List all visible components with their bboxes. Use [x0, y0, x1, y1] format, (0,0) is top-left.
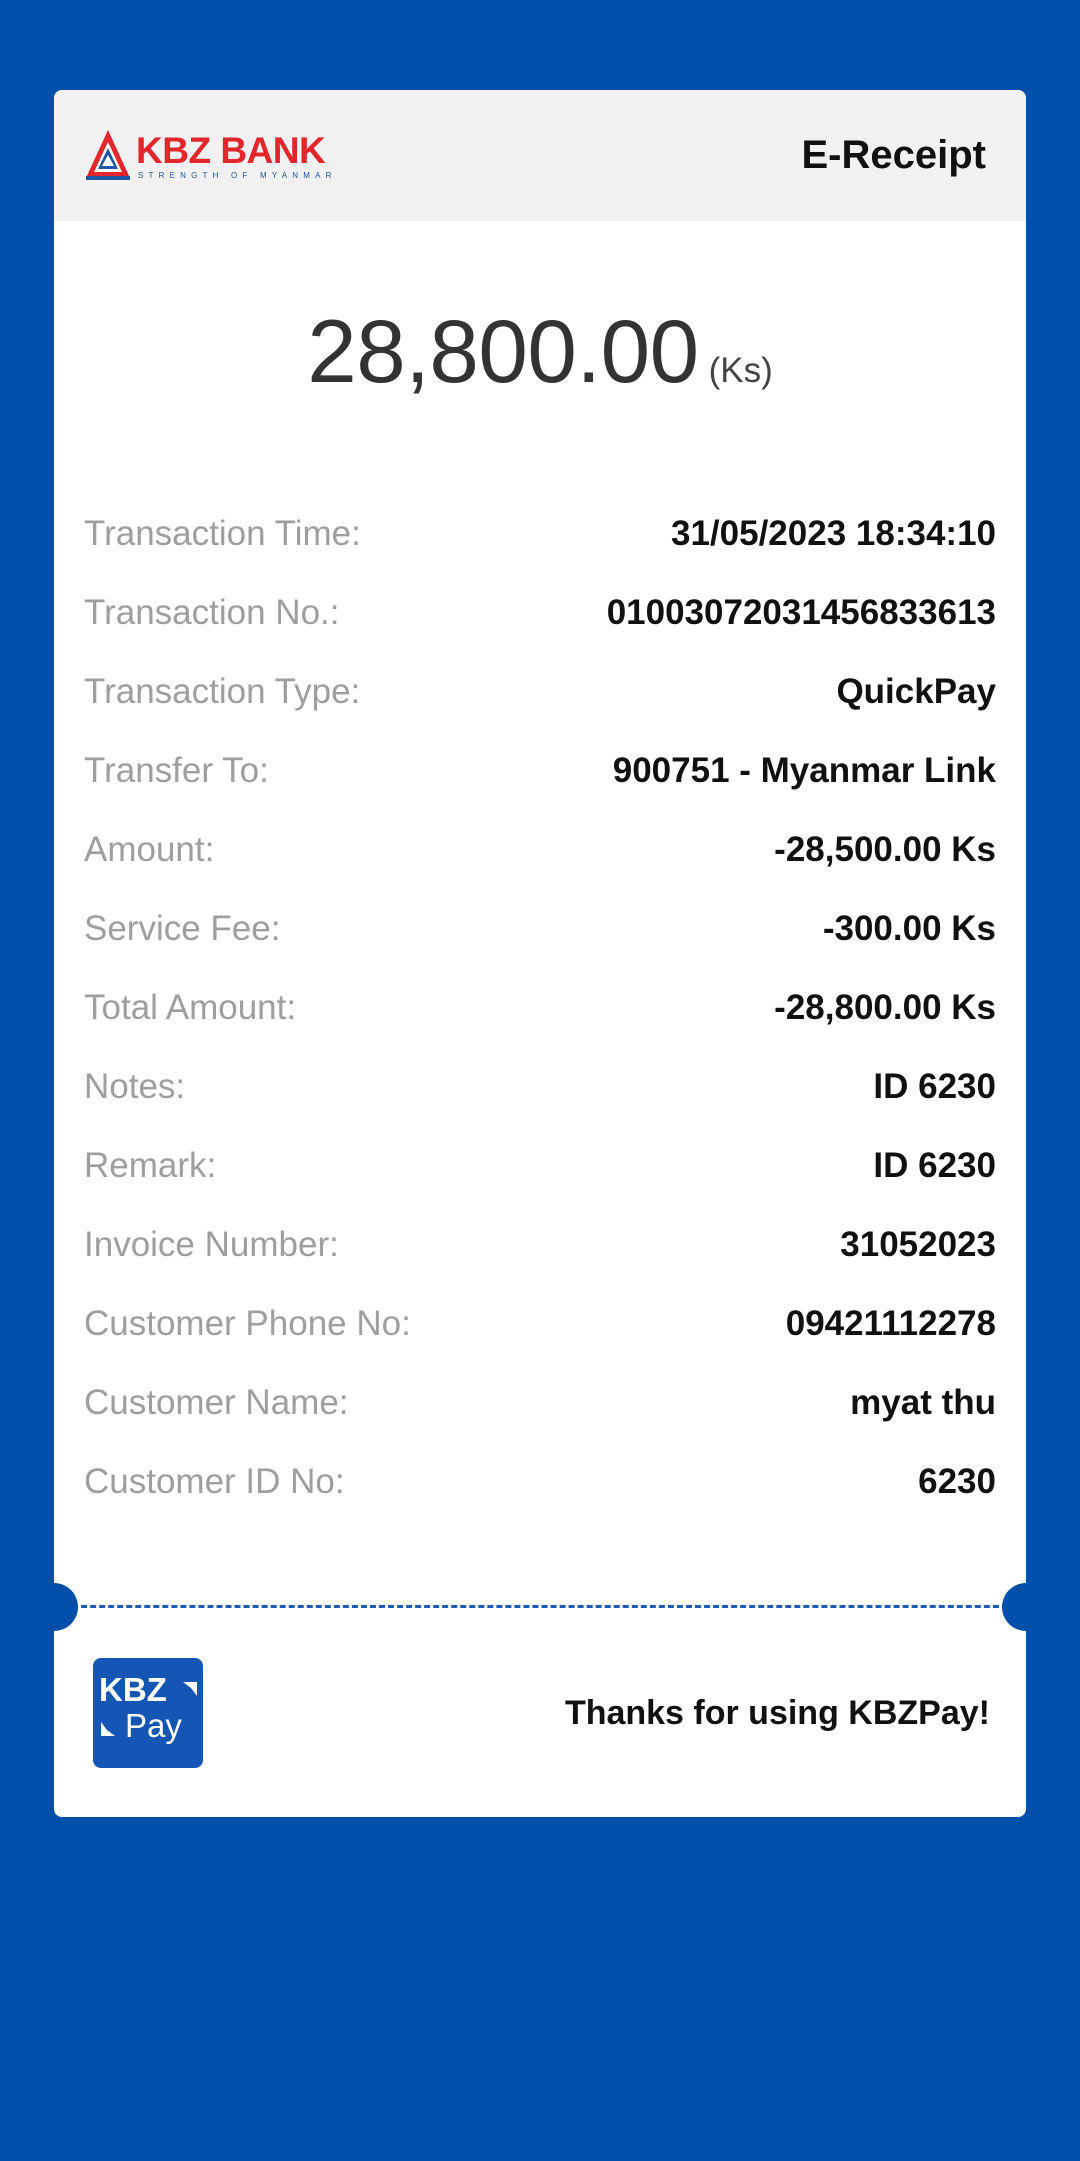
ticket-notch-left: [54, 1583, 78, 1631]
detail-value: -28,500.00 Ks: [774, 830, 996, 869]
detail-label: Transaction Time:: [84, 514, 361, 553]
corner-arrow-icon: [101, 1722, 115, 1736]
detail-label: Notes:: [84, 1067, 186, 1106]
detail-label: Transaction No.:: [84, 593, 340, 632]
detail-row-remark: Remark: ID 6230: [84, 1136, 996, 1215]
detail-label: Amount:: [84, 830, 215, 869]
detail-row-notes: Notes: ID 6230: [84, 1057, 996, 1136]
detail-value: -300.00 Ks: [822, 909, 996, 948]
detail-value: ID 6230: [873, 1146, 996, 1185]
receipt-header: KBZ BANK STRENGTH OF MYANMAR E-Receipt: [54, 90, 1026, 221]
detail-label: Total Amount:: [84, 988, 297, 1027]
kbz-bank-logo: KBZ BANK STRENGTH OF MYANMAR: [84, 128, 334, 186]
thanks-message: Thanks for using KBZPay!: [564, 1694, 990, 1732]
detail-row-customer-phone: Customer Phone No: 09421112278: [84, 1294, 996, 1373]
detail-row-service-fee: Service Fee: -300.00 Ks: [84, 899, 996, 978]
detail-label: Customer ID No:: [84, 1462, 345, 1501]
kbz-bank-triangle-icon: [86, 130, 130, 180]
detail-row-invoice-number: Invoice Number: 31052023: [84, 1215, 996, 1294]
detail-row-transaction-type: Transaction Type: QuickPay: [84, 662, 996, 741]
page: { "header": { "logo_text": "KBZ BANK", "…: [0, 0, 1080, 2161]
detail-row-customer-id: Customer ID No: 6230: [84, 1452, 996, 1531]
detail-row-transaction-no: Transaction No.: 01003072031456833613: [84, 583, 996, 662]
total-amount-display: 28,800.00 (Ks): [54, 300, 1026, 403]
detail-label: Transaction Type:: [84, 672, 361, 711]
amount-unit: (Ks): [708, 351, 773, 390]
transaction-details: Transaction Time: 31/05/2023 18:34:10 Tr…: [84, 504, 996, 1531]
kbzpay-logo-line2: Pay: [125, 1707, 182, 1744]
detail-label: Remark:: [84, 1146, 217, 1185]
detail-row-customer-name: Customer Name: myat thu: [84, 1373, 996, 1452]
detail-label: Customer Phone No:: [84, 1304, 411, 1343]
tear-line-divider: [54, 1605, 1026, 1608]
detail-row-transfer-to: Transfer To: 900751 - Myanmar Link: [84, 741, 996, 820]
detail-value: -28,800.00 Ks: [774, 988, 996, 1027]
detail-label: Invoice Number:: [84, 1225, 339, 1264]
detail-value: 900751 - Myanmar Link: [612, 751, 996, 790]
ticket-notch-right: [1002, 1583, 1026, 1631]
detail-value: ID 6230: [873, 1067, 996, 1106]
kbzpay-logo: KBZ Pay: [93, 1658, 203, 1768]
detail-label: Service Fee:: [84, 909, 281, 948]
detail-row-amount: Amount: -28,500.00 Ks: [84, 820, 996, 899]
detail-value: 6230: [918, 1462, 996, 1501]
detail-row-total-amount: Total Amount: -28,800.00 Ks: [84, 978, 996, 1057]
detail-value: myat thu: [850, 1383, 996, 1422]
detail-value: 09421112278: [785, 1304, 996, 1343]
logo-tagline: STRENGTH OF MYANMAR: [138, 171, 337, 180]
kbzpay-logo-line1: KBZ: [99, 1671, 167, 1708]
amount-value: 28,800.00: [307, 301, 699, 401]
logo-wordmark: KBZ BANK: [136, 130, 326, 171]
detail-value: 01003072031456833613: [606, 593, 996, 632]
detail-value: 31/05/2023 18:34:10: [671, 514, 996, 553]
corner-arrow-icon: [183, 1682, 197, 1696]
page-title: E-Receipt: [801, 133, 987, 177]
detail-row-transaction-time: Transaction Time: 31/05/2023 18:34:10: [84, 504, 996, 583]
receipt-card: KBZ BANK STRENGTH OF MYANMAR E-Receipt 2…: [54, 90, 1026, 1817]
detail-value: 31052023: [840, 1225, 996, 1264]
detail-label: Transfer To:: [84, 751, 269, 790]
detail-value: QuickPay: [836, 672, 996, 711]
detail-label: Customer Name:: [84, 1383, 349, 1422]
